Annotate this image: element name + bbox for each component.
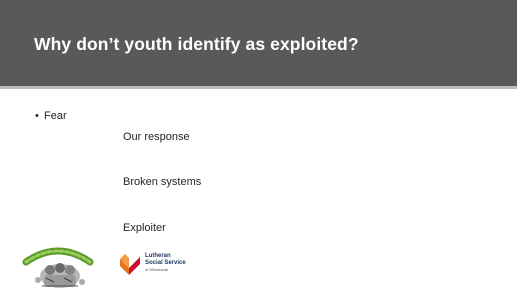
sub-item-our-response: Our response	[123, 131, 190, 143]
sub-item-exploiter: Exploiter	[123, 222, 166, 234]
bullet-item: • Fear	[35, 110, 67, 122]
lss-line2: Social Service	[145, 260, 186, 266]
lss-heart-icon	[120, 254, 140, 275]
slide: Why don’t youth identify as exploited? •…	[0, 0, 517, 294]
lss-line3: of Minnesota	[145, 267, 168, 272]
lss-line1: Lutheran	[145, 253, 171, 259]
slide-title: Why don’t youth identify as exploited?	[34, 34, 359, 54]
bullet-symbol: •	[35, 110, 39, 122]
sub-item-broken-systems: Broken systems	[123, 176, 202, 188]
streetworks-logo-icon	[20, 242, 96, 292]
lss-wordmark: Lutheran Social Service of Minnesota	[145, 253, 186, 272]
title-bar: Why don’t youth identify as exploited?	[0, 0, 517, 89]
lutheran-social-service-logo: Lutheran Social Service of Minnesota	[117, 251, 207, 277]
bullet-text: Fear	[44, 110, 67, 122]
